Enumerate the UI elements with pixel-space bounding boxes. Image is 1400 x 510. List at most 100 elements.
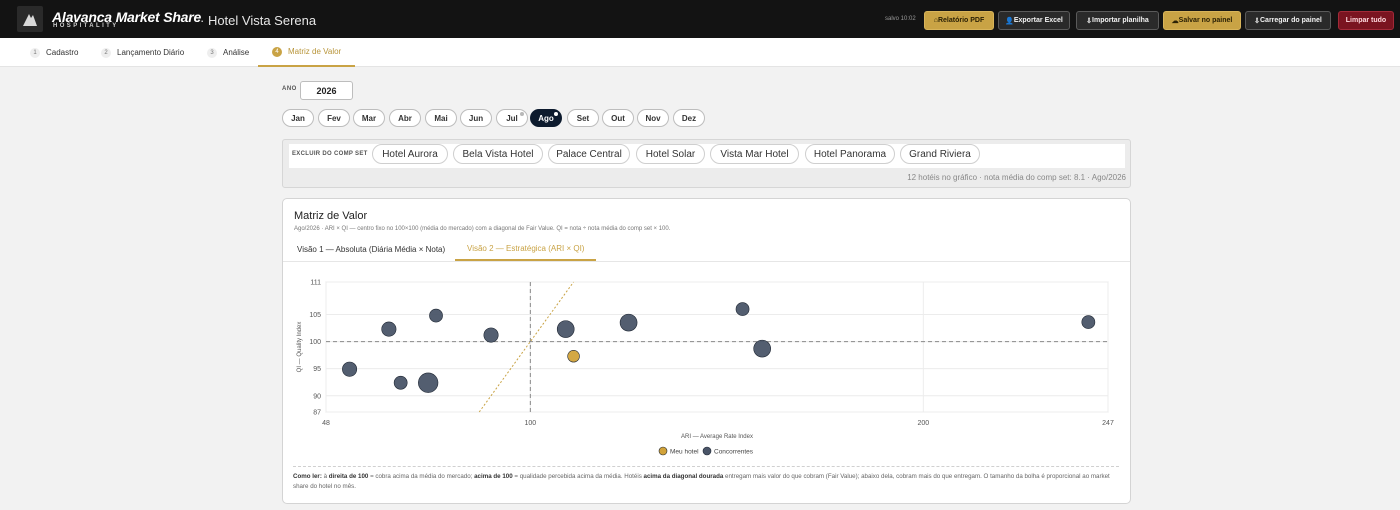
saved-status: salvo 10:02 bbox=[885, 16, 916, 22]
matrix-title: Matriz de Valor bbox=[294, 210, 368, 222]
reading-guide: Como ler: à direita de 100 = cobra acima… bbox=[293, 472, 1123, 492]
footnote-text: = cobra acima da média do mercado; bbox=[368, 473, 475, 480]
month-set[interactable]: Set bbox=[567, 109, 599, 127]
month-mar[interactable]: Mar bbox=[353, 109, 385, 127]
month-label: Mai bbox=[434, 113, 448, 123]
clear-all-button[interactable]: Limpar tudo bbox=[1338, 11, 1394, 30]
competitor-bubble bbox=[342, 361, 358, 377]
month-fev[interactable]: Fev bbox=[318, 109, 350, 127]
month-label: Jan bbox=[291, 113, 305, 123]
cloud-icon: ☁ bbox=[1171, 17, 1179, 25]
year-label: ANO bbox=[282, 86, 297, 92]
tab-label: Análise bbox=[223, 48, 250, 57]
footnote-divider bbox=[293, 466, 1119, 467]
tab-label: Matriz de Valor bbox=[288, 47, 342, 56]
footnote-bold: acima da diagonal dourada bbox=[643, 473, 724, 480]
legend-label-own: Meu hotel bbox=[670, 449, 699, 456]
y-tick-label: 105 bbox=[309, 312, 321, 319]
footnote-bold: acima de 100 bbox=[474, 473, 513, 480]
x-tick-label: 247 bbox=[1102, 420, 1114, 427]
compset-chip[interactable]: Vista Mar Hotel bbox=[710, 144, 799, 164]
compset-chip[interactable]: Hotel Aurora bbox=[372, 144, 448, 164]
month-label: Jul bbox=[506, 113, 518, 123]
top-bar: Alavanca Market Share HOSPITALITY · Hote… bbox=[0, 0, 1400, 38]
competitor-bubble bbox=[393, 375, 408, 390]
compset-label: EXCLUIR DO COMP SET bbox=[292, 151, 368, 157]
competitor-bubble bbox=[429, 308, 443, 323]
y-axis-label: QI — Quality Index bbox=[297, 322, 303, 373]
compset-chip[interactable]: Hotel Solar bbox=[636, 144, 705, 164]
compset-chip[interactable]: Bela Vista Hotel bbox=[453, 144, 543, 164]
tab-cadastro[interactable]: 1 Cadastro bbox=[30, 38, 78, 67]
competitor-bubble bbox=[556, 320, 575, 338]
footnote-lead: Como ler: bbox=[293, 473, 322, 480]
month-label: Mar bbox=[361, 113, 377, 123]
save-panel-label: Salvar no painel bbox=[1178, 17, 1233, 24]
pdf-report-label: Relatório PDF bbox=[937, 17, 985, 24]
step-number: 2 bbox=[101, 47, 111, 58]
y-tick-label: 87 bbox=[313, 410, 321, 417]
month-label: Abr bbox=[398, 113, 412, 123]
brand-subtitle: HOSPITALITY bbox=[53, 23, 119, 29]
matrix-subtitle: Ago/2026 · ARI × QI — centro fixo no 100… bbox=[294, 226, 671, 232]
month-label: Ago bbox=[538, 113, 554, 123]
month-dez[interactable]: Dez bbox=[673, 109, 705, 127]
month-jul[interactable]: Jul bbox=[496, 109, 528, 127]
compset-meta: 12 hotéis no gráfico · nota média do com… bbox=[907, 173, 1126, 182]
month-jun[interactable]: Jun bbox=[460, 109, 492, 127]
footnote-text: à bbox=[321, 473, 329, 480]
export-excel-label: Exportar Excel bbox=[1013, 17, 1063, 24]
month-out[interactable]: Out bbox=[602, 109, 634, 127]
pdf-report-button[interactable]: ⌂ Relatório PDF bbox=[924, 11, 994, 30]
month-ago[interactable]: Ago bbox=[530, 109, 562, 127]
data-indicator-dot bbox=[520, 112, 524, 116]
tab-analise[interactable]: 3 Análise bbox=[207, 38, 249, 67]
legend-label-competitors: Concorrentes bbox=[714, 449, 754, 456]
import-sheet-button[interactable]: ⇩ Importar planilha bbox=[1076, 11, 1159, 30]
month-label: Fev bbox=[327, 113, 341, 123]
tab-label: Cadastro bbox=[46, 48, 79, 57]
load-panel-button[interactable]: ⇩ Carregar do painel bbox=[1245, 11, 1331, 30]
hotel-name: · Hotel Vista Serena bbox=[200, 13, 317, 28]
x-tick-label: 200 bbox=[917, 420, 929, 427]
tab-visao-estrategica[interactable]: Visão 2 — Estratégica (ARI × QI) bbox=[455, 238, 597, 261]
month-label: Set bbox=[576, 113, 590, 123]
y-tick-label: 95 bbox=[313, 366, 321, 373]
x-tick-label: 100 bbox=[524, 420, 536, 427]
month-label: Nov bbox=[645, 113, 661, 123]
competitor-bubble bbox=[381, 321, 397, 337]
own-hotel-bubble bbox=[567, 350, 580, 363]
competitor-bubble bbox=[753, 339, 771, 358]
tab-lancamento-diario[interactable]: 2 Lançamento Diário bbox=[101, 38, 184, 67]
year-input[interactable]: 2026 bbox=[300, 81, 353, 100]
y-tick-label: 100 bbox=[309, 339, 321, 346]
month-label: Jun bbox=[468, 113, 484, 123]
logo-icon bbox=[23, 14, 37, 26]
tab-label: Lançamento Diário bbox=[117, 48, 185, 57]
competitor-bubble bbox=[483, 327, 499, 343]
data-indicator-dot bbox=[554, 112, 558, 116]
compset-chip[interactable]: Hotel Panorama bbox=[805, 144, 895, 164]
tab-matriz-de-valor[interactable]: 4 Matriz de Valor bbox=[258, 38, 356, 67]
footnote-bold: direita de 100 bbox=[328, 473, 369, 480]
competitor-bubble bbox=[619, 313, 638, 332]
footnote-text: = qualidade percebida acima da média. Ho… bbox=[512, 473, 644, 480]
compset-chip[interactable]: Grand Riviera bbox=[900, 144, 980, 164]
tab-visao-absoluta[interactable]: Visão 1 — Absoluta (Diária Média × Nota) bbox=[297, 238, 445, 261]
month-mai[interactable]: Mai bbox=[425, 109, 457, 127]
export-excel-button[interactable]: 👤 Exportar Excel bbox=[998, 11, 1070, 30]
month-nov[interactable]: Nov bbox=[637, 109, 669, 127]
competitor-bubble bbox=[735, 302, 750, 316]
competitor-bubble bbox=[1081, 315, 1096, 329]
user-icon: 👤 bbox=[1005, 17, 1014, 25]
step-number: 3 bbox=[207, 47, 217, 58]
compset-chip[interactable]: Palace Central bbox=[548, 144, 630, 164]
legend-marker-own bbox=[658, 446, 668, 456]
step-number: 1 bbox=[30, 47, 40, 58]
load-panel-label: Carregar do painel bbox=[1260, 17, 1322, 24]
month-abr[interactable]: Abr bbox=[389, 109, 421, 127]
save-panel-button[interactable]: ☁ Salvar no painel bbox=[1163, 11, 1241, 30]
plot-area bbox=[325, 281, 1109, 413]
month-jan[interactable]: Jan bbox=[282, 109, 314, 127]
month-label: Dez bbox=[681, 113, 697, 123]
